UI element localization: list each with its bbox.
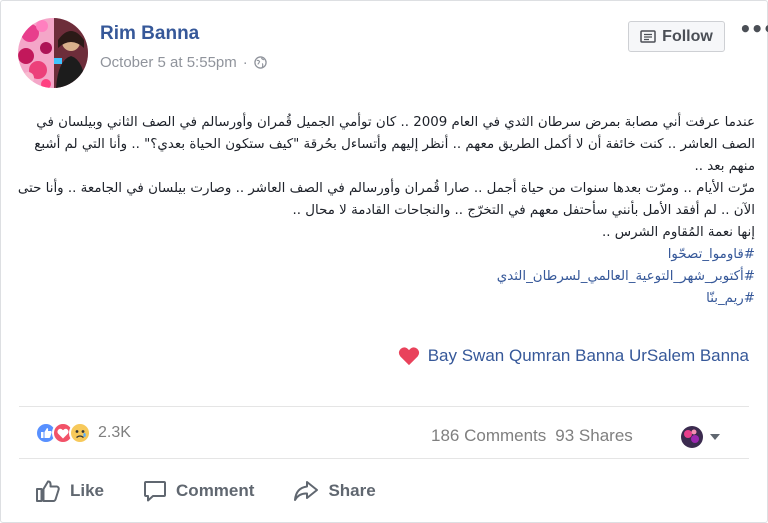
comment-label: Comment [176, 481, 255, 500]
post-meta: October 5 at 5:55pm · [100, 54, 267, 71]
share-button[interactable]: Share [293, 479, 376, 503]
comment-button[interactable]: Comment [143, 479, 254, 503]
tagged-people[interactable]: Bay Swan Qumran Banna UrSalem Banna [398, 346, 749, 366]
hashtag-link[interactable]: #قاوموا_تصحّوا [668, 247, 755, 262]
follow-icon [640, 30, 656, 43]
reactions-summary[interactable]: 2.3K [35, 422, 131, 444]
post-paragraph: عندما عرفت أني مصابة بمرض سرطان الثدي في… [34, 115, 755, 174]
avatar[interactable] [18, 18, 88, 88]
comment-icon [144, 481, 167, 502]
sad-icon [69, 422, 91, 444]
reactions-count: 2.3K [98, 424, 131, 441]
hashtag-link[interactable]: #ريم_بنّا [706, 291, 755, 306]
engagement-stats: 186 Comments 93 Shares [431, 426, 633, 446]
post-body: عندما عرفت أني مصابة بمرض سرطان الثدي في… [17, 112, 755, 310]
audience-selector[interactable] [680, 425, 720, 449]
post-card: Rim Banna October 5 at 5:55pm · Follow •… [0, 0, 768, 523]
avatar-image [18, 18, 88, 88]
page-avatar-icon [681, 426, 703, 448]
post-paragraph: إنها نعمة المُقاوم الشرس .. [602, 225, 755, 240]
follow-button[interactable]: Follow [628, 21, 725, 52]
hashtag-link[interactable]: #أكتوبر_شهر_التوعية_العالمي_لسرطان_الثدي [497, 269, 755, 284]
meta-separator: · [242, 54, 248, 71]
follow-label: Follow [662, 27, 713, 45]
thumbs-up-icon [36, 480, 60, 502]
like-button[interactable]: Like [35, 479, 104, 503]
divider [19, 458, 749, 459]
post-timestamp[interactable]: October 5 at 5:55pm [100, 54, 237, 71]
shares-count[interactable]: 93 Shares [555, 426, 633, 446]
divider [19, 406, 749, 407]
ellipsis-icon[interactable]: ••• [739, 19, 768, 40]
comments-count[interactable]: 186 Comments [431, 426, 546, 446]
heart-icon [398, 347, 419, 366]
tagged-names: Bay Swan Qumran Banna UrSalem Banna [427, 346, 749, 365]
post-paragraph: مرّت الأيام .. ومرّت بعدها سنوات من حياة… [17, 181, 755, 218]
author-name[interactable]: Rim Banna [100, 23, 199, 45]
share-label: Share [328, 481, 376, 500]
chevron-down-icon [710, 434, 720, 440]
post-actions: Like Comment Share [35, 479, 376, 503]
share-icon [294, 481, 319, 501]
globe-icon [254, 56, 267, 69]
like-label: Like [70, 481, 105, 500]
